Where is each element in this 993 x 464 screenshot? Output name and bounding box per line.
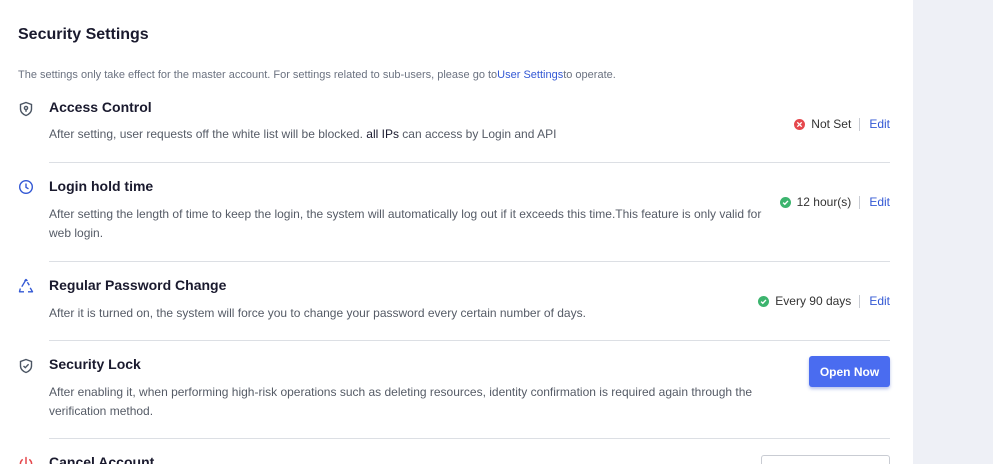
clock-icon <box>18 179 34 195</box>
shield-check-icon <box>18 358 34 374</box>
error-icon <box>794 118 806 130</box>
security-settings-panel: Security Settings The settings only take… <box>0 0 913 464</box>
divider <box>49 162 890 163</box>
setting-title: Access Control <box>49 99 152 115</box>
check-circle-icon <box>758 295 770 307</box>
status-text: 12 hour(s) <box>796 195 852 209</box>
setting-description: After setting, user requests off the whi… <box>49 125 556 144</box>
setting-title: Cancel Account <box>49 454 155 464</box>
page-title: Security Settings <box>18 26 149 43</box>
setting-description: After enabling it, when performing high-… <box>49 385 753 418</box>
cancel-account-button[interactable] <box>761 455 890 464</box>
right-side-area <box>913 0 993 464</box>
setting-description: After it is turned on, the system will f… <box>49 306 586 320</box>
settings-notice: The settings only take effect for the ma… <box>18 69 616 81</box>
notice-suffix: to operate. <box>563 69 616 81</box>
status-text: Not Set <box>811 117 852 131</box>
desc-highlight: all IPs <box>366 127 399 141</box>
user-settings-link[interactable]: User Settings <box>497 69 563 81</box>
shield-pin-icon <box>18 101 34 117</box>
desc-suffix: can access by Login and API <box>398 127 557 141</box>
check-circle-icon <box>779 196 791 208</box>
edit-login-hold-time-link[interactable]: Edit <box>869 195 890 209</box>
divider <box>49 261 890 262</box>
status-indicator: Every 90 days Edit <box>758 294 890 308</box>
open-now-button[interactable]: Open Now <box>809 356 890 387</box>
desc-prefix: After setting, user requests off the whi… <box>49 127 367 141</box>
setting-description: After setting the length of time to keep… <box>49 207 762 240</box>
recycle-icon <box>18 278 34 294</box>
edit-access-control-link[interactable]: Edit <box>869 117 890 131</box>
status-text: Every 90 days <box>775 294 852 308</box>
setting-title: Login hold time <box>49 178 154 194</box>
setting-title: Security Lock <box>49 356 141 372</box>
edit-password-change-link[interactable]: Edit <box>869 294 890 308</box>
divider <box>49 340 890 341</box>
status-separator <box>859 117 861 131</box>
divider <box>49 438 890 439</box>
status-separator <box>859 195 861 209</box>
power-icon <box>18 456 34 464</box>
status-separator <box>859 294 861 308</box>
status-indicator: 12 hour(s) Edit <box>779 195 890 209</box>
notice-prefix: The settings only take effect for the ma… <box>18 69 498 81</box>
status-indicator: Not Set Edit <box>794 117 890 131</box>
setting-title: Regular Password Change <box>49 277 227 293</box>
